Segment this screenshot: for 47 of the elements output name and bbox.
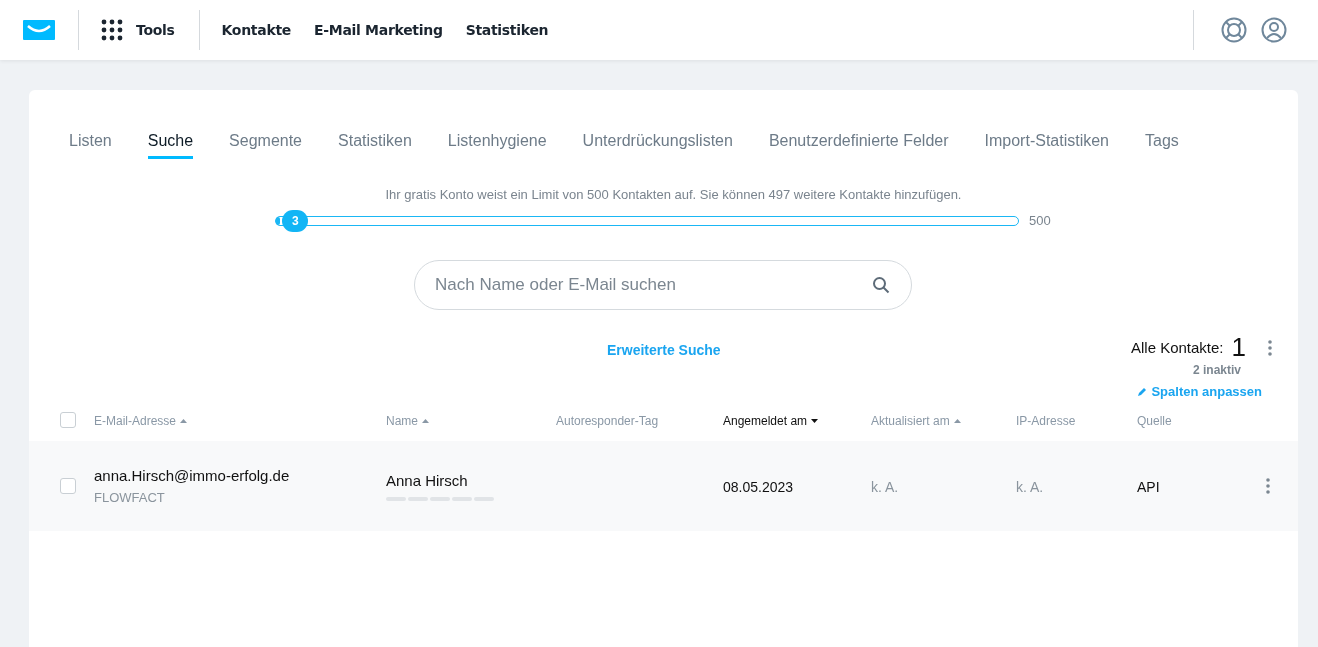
tab[interactable]: Tags bbox=[1145, 132, 1179, 159]
contact-count-badge: 3 bbox=[282, 209, 309, 232]
tab[interactable]: Statistiken bbox=[338, 132, 412, 159]
all-contacts-label: Alle Kontakte: bbox=[1130, 339, 1224, 356]
column-header[interactable]: Angemeldet am bbox=[723, 414, 819, 428]
envelope-logo-icon[interactable] bbox=[23, 20, 55, 40]
column-header[interactable]: E-Mail-Adresse bbox=[94, 414, 188, 428]
contact-count: 1 bbox=[1231, 332, 1246, 363]
tab[interactable]: Unterdrückungslisten bbox=[582, 132, 733, 159]
customize-columns-link[interactable]: Spalten anpassen bbox=[1137, 384, 1262, 399]
inactive-count: 2 inaktiv bbox=[1192, 363, 1241, 377]
account-user-icon[interactable] bbox=[1261, 17, 1287, 43]
contact-name: Anna Hirsch bbox=[386, 471, 468, 489]
column-header[interactable]: Quelle bbox=[1137, 414, 1172, 428]
row-checkbox[interactable] bbox=[59, 478, 76, 494]
pencil-icon bbox=[1137, 386, 1148, 397]
tab[interactable]: Listenhygiene bbox=[447, 132, 547, 159]
more-options-icon[interactable] bbox=[1268, 339, 1272, 356]
table-cell: API bbox=[1137, 479, 1160, 495]
tab[interactable]: Segmente bbox=[229, 132, 302, 159]
tab[interactable]: Suche bbox=[147, 132, 194, 159]
company-name: FLOWFACT bbox=[94, 490, 165, 505]
row-menu-icon[interactable] bbox=[1266, 478, 1270, 494]
tab[interactable]: Listen bbox=[69, 132, 112, 159]
column-header[interactable]: Name bbox=[386, 414, 429, 428]
apps-grid-icon[interactable] bbox=[101, 19, 123, 41]
table-cell: k. A. bbox=[871, 479, 899, 495]
select-all-checkbox[interactable] bbox=[59, 412, 76, 428]
nav-link[interactable]: E-Mail Marketing bbox=[314, 22, 443, 38]
limit-max: 500 bbox=[1029, 213, 1051, 228]
search-icon[interactable] bbox=[872, 276, 890, 294]
nav-link[interactable]: Kontakte bbox=[221, 22, 291, 38]
tab[interactable]: Import-Statistiken bbox=[984, 132, 1109, 159]
column-header[interactable]: Autoresponder-Tag bbox=[556, 414, 659, 428]
search-field[interactable]: Nach Name oder E-Mail suchen bbox=[414, 260, 912, 310]
limit-message: Ihr gratis Konto weist ein Limit von 500 Kontakten auf. Sie können 497 weitere Kontakte hinzufügen. bbox=[384, 187, 963, 202]
help-lifebuoy-icon[interactable] bbox=[1221, 17, 1247, 43]
table-cell: k. A. bbox=[1016, 479, 1044, 495]
tools-menu[interactable]: Tools bbox=[136, 22, 175, 38]
column-header[interactable]: Aktualisiert am bbox=[871, 414, 961, 428]
contact-row[interactable]: anna.Hirsch@immo-erfolg.de FLOWFACT Anna Hirsch 08.05.2023 k. A. k. A. API bbox=[29, 441, 1298, 531]
table-cell: 08.05.2023 bbox=[723, 479, 794, 495]
advanced-search-link[interactable]: Erweiterte Suche bbox=[607, 342, 721, 399]
nav-link[interactable]: Statistiken bbox=[465, 22, 549, 38]
email-address: anna.Hirsch@immo-erfolg.de bbox=[94, 467, 290, 484]
column-header[interactable]: IP-Adresse bbox=[1016, 414, 1076, 428]
tab[interactable]: Benutzerdefinierte Felder bbox=[768, 132, 949, 159]
